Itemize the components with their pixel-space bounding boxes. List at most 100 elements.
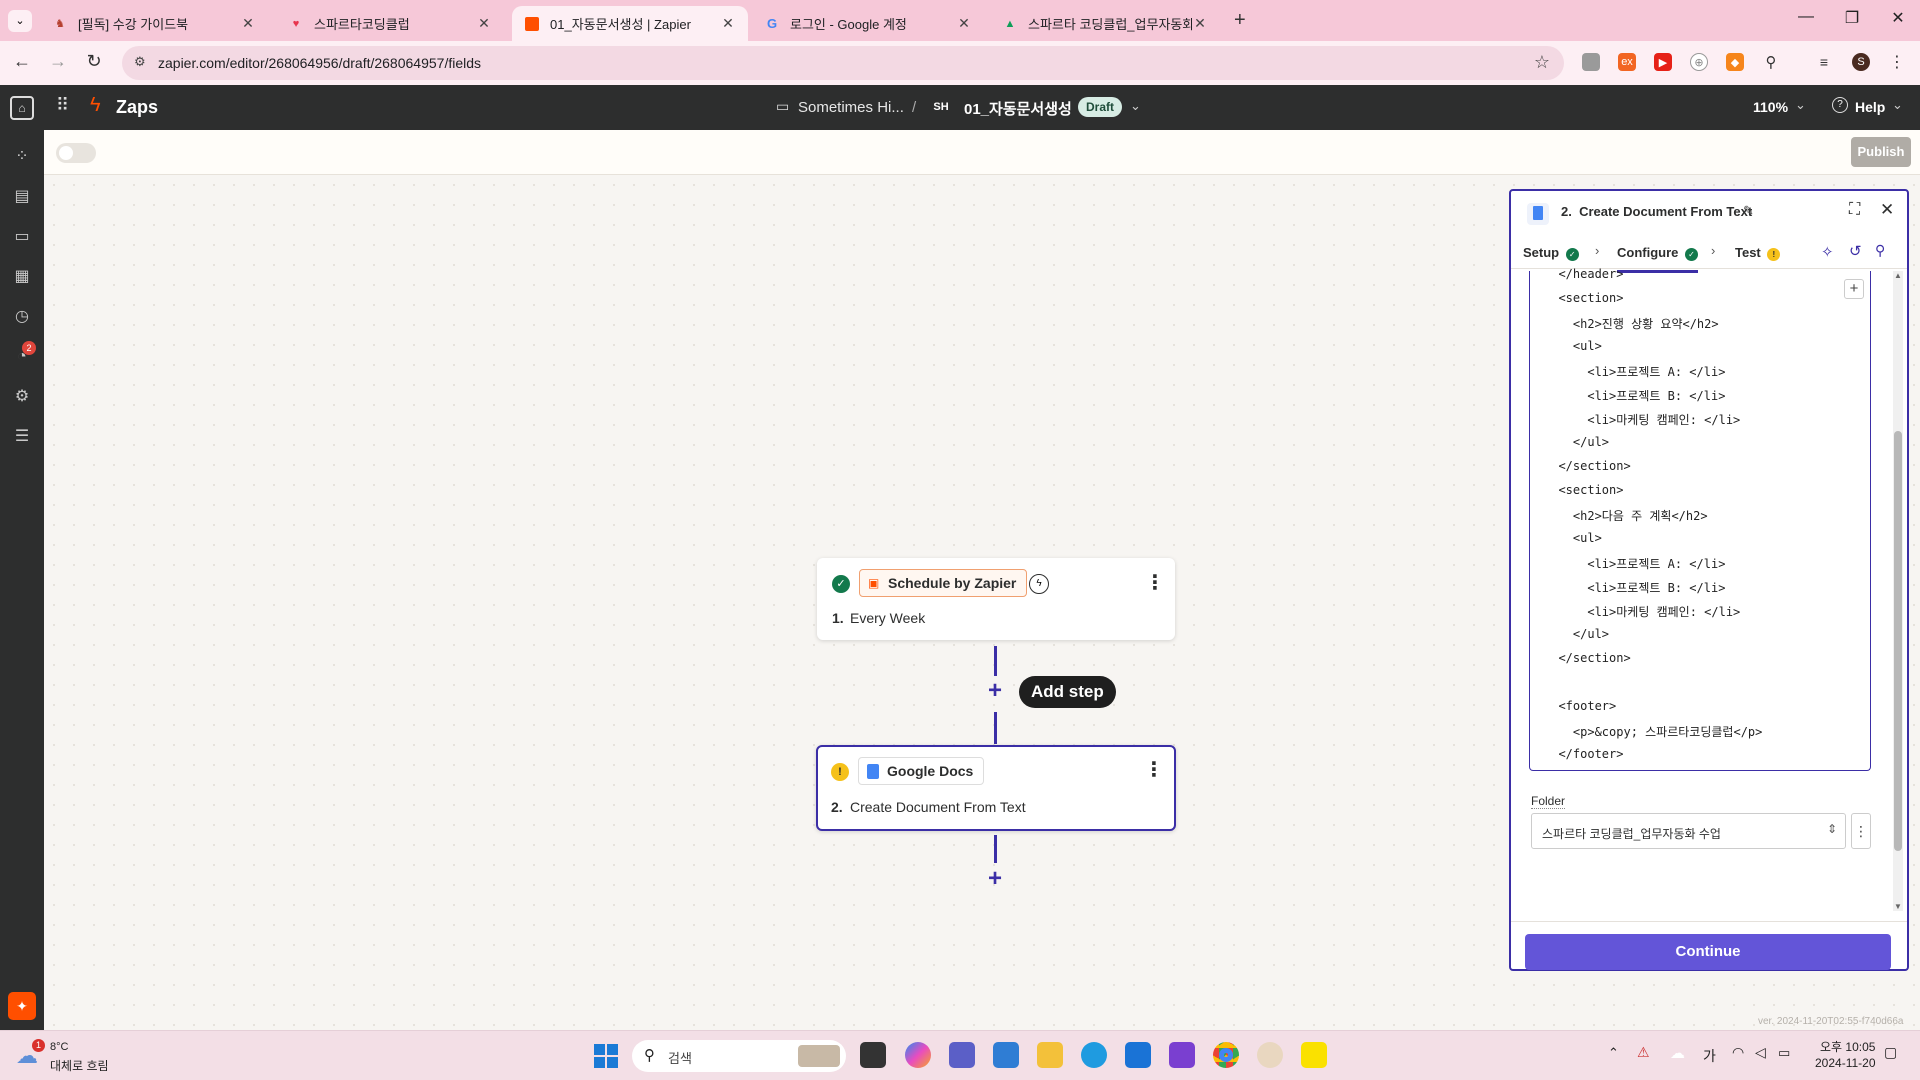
tab-test[interactable]: Test ! xyxy=(1735,245,1781,261)
help-chevron-icon[interactable]: ⌄ xyxy=(1892,97,1903,113)
help-menu[interactable]: Help xyxy=(1855,99,1885,115)
wifi-icon[interactable]: ◠ xyxy=(1732,1044,1744,1061)
tray-app-icon[interactable]: ⚠ xyxy=(1637,1044,1650,1061)
profile-avatar[interactable]: S xyxy=(1852,53,1870,71)
bookmark-star-icon[interactable]: ☆ xyxy=(1534,52,1550,73)
app-icon[interactable] xyxy=(1169,1042,1195,1068)
scrollbar-thumb[interactable] xyxy=(1894,431,1902,851)
taskbar-search[interactable]: ⚲ 검색 xyxy=(632,1040,846,1072)
ai-sparkle-icon[interactable]: ✧ xyxy=(1821,243,1834,261)
close-tab-icon[interactable]: ✕ xyxy=(956,15,972,32)
extensions-puzzle-icon[interactable]: ⚲ xyxy=(1762,53,1780,71)
code-line: <li>프로젝트 A: </li> xyxy=(1544,365,1726,379)
expand-icon[interactable]: ⛶ xyxy=(1849,201,1860,219)
notification-center-icon[interactable]: ▢ xyxy=(1884,1044,1897,1061)
schedule-app-icon: ▣ xyxy=(868,576,880,590)
browser-tab[interactable]: G 로그인 - Google 계정 ✕ xyxy=(752,6,984,41)
tab-title: [필독] 수강 가이드북 xyxy=(78,17,189,32)
restore-icon[interactable]: ❐ xyxy=(1832,8,1872,28)
close-tab-icon[interactable]: ✕ xyxy=(1192,15,1208,32)
back-icon[interactable]: ← xyxy=(10,51,34,72)
settings-icon[interactable]: ⚙ xyxy=(10,385,34,409)
tab-setup[interactable]: Setup ✓ xyxy=(1523,245,1579,261)
file-explorer-icon[interactable] xyxy=(1037,1042,1063,1068)
tray-chevron-up-icon[interactable]: ⌃ xyxy=(1608,1045,1619,1061)
browser-tab-active[interactable]: 01_자동문서생성 | Zapier ✕ xyxy=(512,6,748,41)
rename-pencil-icon[interactable]: ✎ xyxy=(1743,203,1754,219)
document-content-field[interactable]: + </header> <section> <h2>진행 상황 요약</h2> … xyxy=(1529,267,1871,771)
browser-tab[interactable]: ♞ [필독] 수강 가이드북 ✕ xyxy=(40,6,268,41)
ime-indicator[interactable]: 가 xyxy=(1703,1046,1716,1066)
insert-data-plus-icon[interactable]: + xyxy=(1844,279,1864,299)
mail-icon[interactable] xyxy=(1125,1042,1151,1068)
task-view-icon[interactable] xyxy=(860,1042,886,1068)
windows-start-icon[interactable] xyxy=(594,1044,618,1068)
zap-menu-chevron-icon[interactable]: ⌄ xyxy=(1130,98,1141,114)
add-step-plus-icon[interactable]: + xyxy=(985,677,1005,705)
teams-icon[interactable] xyxy=(949,1042,975,1068)
panel-scrollbar[interactable]: ▲ ▼ xyxy=(1893,271,1903,911)
chrome-icon[interactable] xyxy=(1213,1042,1239,1068)
edge-icon[interactable] xyxy=(1081,1042,1107,1068)
publish-button[interactable]: Publish xyxy=(1851,137,1911,167)
clock-date[interactable]: 2024-11-20 xyxy=(1815,1056,1876,1070)
browser-tab[interactable]: ♥ 스파르타코딩클럽 ✕ xyxy=(276,6,504,41)
translate-extension-icon[interactable]: ⊕ xyxy=(1690,53,1708,71)
app-name[interactable]: Zaps xyxy=(116,97,158,118)
close-panel-icon[interactable]: ✕ xyxy=(1880,200,1894,220)
zoom-chevron-icon[interactable]: ⌄ xyxy=(1795,97,1806,113)
zoom-level[interactable]: 110% xyxy=(1753,99,1788,115)
add-step-plus-icon[interactable]: + xyxy=(985,865,1005,893)
apps-icon[interactable]: ⁘ xyxy=(10,145,34,169)
action-step-card[interactable]: ! Google Docs ⋮ 2. Create Document From … xyxy=(816,745,1176,831)
browser-tab[interactable]: ▲ 스파르타 코딩클럽_업무자동화 ✕ xyxy=(990,6,1220,41)
battery-icon[interactable]: ▭ xyxy=(1778,1045,1790,1061)
forward-icon[interactable]: → xyxy=(46,51,70,72)
character-app-icon[interactable] xyxy=(1257,1042,1283,1068)
new-tab-icon[interactable]: + xyxy=(1234,9,1246,32)
scroll-down-icon[interactable]: ▼ xyxy=(1894,902,1902,911)
zap-toggle[interactable] xyxy=(56,143,96,163)
tab-search-button[interactable]: ⌄ xyxy=(8,10,32,32)
app-grid-icon[interactable]: ⠿ xyxy=(56,95,69,116)
close-tab-icon[interactable]: ✕ xyxy=(240,15,256,32)
close-tab-icon[interactable]: ✕ xyxy=(476,15,492,32)
reload-icon[interactable]: ↻ xyxy=(82,51,106,72)
comment-icon[interactable]: ▭ xyxy=(10,225,34,249)
browser-menu-icon[interactable]: ⋮ xyxy=(1888,53,1906,71)
versions-icon[interactable]: ☰ xyxy=(10,425,34,449)
folder-name[interactable]: Sometimes Hi... xyxy=(798,99,904,116)
history-icon[interactable]: ◷ xyxy=(10,305,34,329)
calendar-icon[interactable]: ▦ xyxy=(10,265,34,289)
step-menu-icon[interactable]: ⋮ xyxy=(1144,757,1164,782)
copilot-icon[interactable]: ✦ xyxy=(8,992,36,1020)
site-info-icon[interactable]: ⚙ xyxy=(134,54,146,70)
continue-button[interactable]: Continue xyxy=(1525,934,1891,970)
folder-select[interactable]: 스파르타 코딩클럽_업무자동화 수업 ⇕ xyxy=(1531,813,1846,849)
zap-name[interactable]: 01_자동문서생성 xyxy=(964,98,1072,119)
undo-icon[interactable]: ↺ xyxy=(1849,242,1862,260)
scroll-up-icon[interactable]: ▲ xyxy=(1894,271,1902,280)
store-icon[interactable] xyxy=(993,1042,1019,1068)
onedrive-icon[interactable]: ☁ xyxy=(1670,1044,1685,1062)
kakaotalk-icon[interactable] xyxy=(1301,1042,1327,1068)
minimize-icon[interactable]: — xyxy=(1786,8,1826,26)
address-bar[interactable]: ⚙ zapier.com/editor/268064956/draft/2680… xyxy=(122,46,1564,80)
home-icon[interactable]: ⌂ xyxy=(10,96,34,120)
extension-icon[interactable]: ex xyxy=(1618,53,1636,71)
volume-icon[interactable]: ◁ xyxy=(1755,1044,1766,1061)
close-tab-icon[interactable]: ✕ xyxy=(720,15,736,32)
metamask-extension-icon[interactable]: ◆ xyxy=(1726,53,1744,71)
youtube-extension-icon[interactable]: ▶ xyxy=(1654,53,1672,71)
field-options-icon[interactable]: ⋮ xyxy=(1851,813,1871,849)
step-menu-icon[interactable]: ⋮ xyxy=(1145,570,1165,595)
window-close-icon[interactable]: ✕ xyxy=(1878,8,1918,28)
clock-time[interactable]: 오후 10:05 xyxy=(1820,1038,1875,1055)
tab-configure[interactable]: Configure ✓ xyxy=(1617,245,1699,273)
document-icon[interactable]: ▤ xyxy=(10,185,34,209)
media-control-icon[interactable]: ≡ xyxy=(1815,53,1833,71)
search-icon[interactable]: ⚲ xyxy=(1875,242,1885,259)
trigger-step-card[interactable]: ✓ ▣ Schedule by Zapier ϟ ⋮ 1. Every Week xyxy=(817,558,1175,640)
copilot-taskbar-icon[interactable] xyxy=(905,1042,931,1068)
extension-icon[interactable] xyxy=(1582,53,1600,71)
